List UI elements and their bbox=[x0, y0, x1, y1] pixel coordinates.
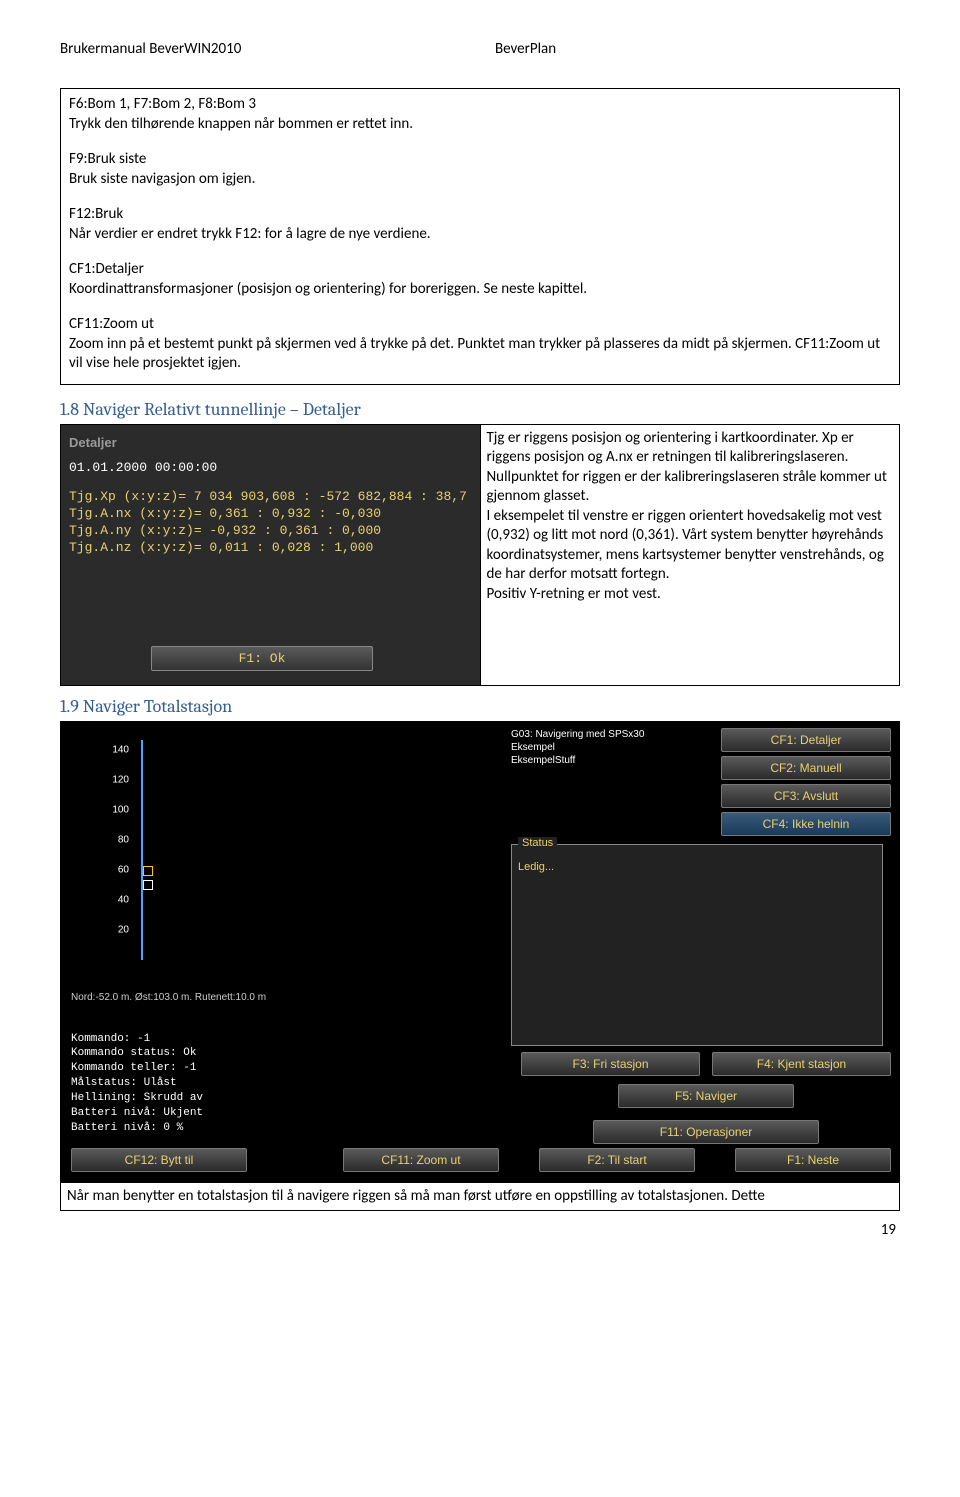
detaljer-nz: Tjg.A.nz (x:y:z)= 0,011 : 0,028 : 1,000 bbox=[69, 540, 472, 555]
f3-fri-stasjon-button[interactable]: F3: Fri stasjon bbox=[521, 1052, 700, 1076]
tick-label: 80 bbox=[107, 834, 129, 845]
detaljer-panel: Detaljer 01.01.2000 00:00:00 Tjg.Xp (x:y… bbox=[61, 425, 480, 685]
tick-label: 60 bbox=[107, 864, 129, 875]
para: CF11:Zoom ut bbox=[69, 315, 891, 335]
f1-neste-button[interactable]: F1: Neste bbox=[735, 1148, 891, 1172]
page-header: Brukermanual BeverWIN2010 BeverPlan bbox=[60, 40, 900, 58]
cf2-manuell-button[interactable]: CF2: Manuell bbox=[721, 756, 891, 780]
table-1-9: 140 120 100 80 60 40 20 Nord:-52.0 m. Øs… bbox=[60, 721, 900, 1212]
tick-label: 20 bbox=[107, 924, 129, 935]
f4-kjent-stasjon-button[interactable]: F4: Kjent stasjon bbox=[712, 1052, 891, 1076]
info-line: Hellining: Skrudd av bbox=[71, 1091, 511, 1106]
detaljer-ny: Tjg.A.ny (x:y:z)= -0,932 : 0,361 : 0,000 bbox=[69, 523, 472, 538]
section-1-9-footer: Når man benytter en totalstasjon til å n… bbox=[67, 1187, 893, 1207]
info-line: EksempelStuff bbox=[511, 754, 644, 767]
page-number: 19 bbox=[60, 1221, 900, 1239]
para: Bruk siste navigasjon om igjen. bbox=[69, 170, 891, 190]
section-1-8-explanation: Tjg er riggens posisjon og orientering i… bbox=[481, 425, 900, 609]
page-root: Brukermanual BeverWIN2010 BeverPlan F6:B… bbox=[0, 0, 960, 1259]
tick-label: 140 bbox=[107, 744, 129, 755]
marker-icon bbox=[143, 866, 153, 876]
button-row-stations: F3: Fri stasjon F4: Kjent stasjon bbox=[521, 1052, 891, 1076]
cf1-detaljer-button[interactable]: CF1: Detaljer bbox=[721, 728, 891, 752]
section-heading-1-8: 1.8 Naviger Relativt tunnellinje – Detal… bbox=[60, 399, 900, 420]
para: F9:Bruk siste bbox=[69, 150, 891, 170]
para: Trykk den tilhørende knappen når bommen … bbox=[69, 115, 891, 135]
info-line: G03: Navigering med SPSx30 bbox=[511, 728, 644, 741]
cf11-zoom-ut-button[interactable]: CF11: Zoom ut bbox=[343, 1148, 499, 1172]
para: F12:Bruk bbox=[69, 205, 891, 225]
para: F6:Bom 1, F7:Bom 2, F8:Bom 3 bbox=[69, 95, 891, 115]
info-line: Kommando: -1 bbox=[71, 1032, 511, 1047]
header-center: BeverPlan bbox=[465, 40, 900, 58]
para: Koordinattransformasjoner (posisjon og o… bbox=[69, 280, 891, 300]
totalstation-screenshot: 140 120 100 80 60 40 20 Nord:-52.0 m. Øs… bbox=[61, 722, 899, 1182]
status-text: Ledig... bbox=[512, 845, 882, 889]
f1-ok-button[interactable]: F1: Ok bbox=[151, 646, 373, 671]
para: CF1:Detaljer bbox=[69, 260, 891, 280]
detaljer-title: Detaljer bbox=[69, 435, 472, 450]
info-line: Målstatus: Ulåst bbox=[71, 1076, 511, 1091]
info-line: Batteri nivå: 0 % bbox=[71, 1121, 511, 1136]
top-info: G03: Navigering med SPSx30 Eksempel Ekse… bbox=[511, 728, 644, 767]
tick-label: 120 bbox=[107, 774, 129, 785]
tick-label: 100 bbox=[107, 804, 129, 815]
marker-icon bbox=[143, 880, 153, 890]
tick-label: 40 bbox=[107, 894, 129, 905]
header-left: Brukermanual BeverWIN2010 bbox=[60, 40, 465, 58]
info-line: Kommando teller: -1 bbox=[71, 1061, 511, 1076]
button-row-naviger: F5: Naviger bbox=[521, 1084, 891, 1108]
f5-naviger-button[interactable]: F5: Naviger bbox=[618, 1084, 794, 1108]
info-line: Eksempel bbox=[511, 741, 644, 754]
para: Zoom inn på et bestemt punkt på skjermen… bbox=[69, 335, 891, 374]
button-row-operasjoner: F11: Operasjoner bbox=[521, 1120, 891, 1144]
cf4-ikke-helning-button[interactable]: CF4: Ikke helnin bbox=[721, 812, 891, 836]
section-heading-1-9: 1.9 Naviger Totalstasjon bbox=[60, 696, 900, 717]
command-info: Kommando: -1 Kommando status: Ok Kommand… bbox=[71, 1032, 511, 1136]
info-line: Kommando status: Ok bbox=[71, 1046, 511, 1061]
f11-operasjoner-button[interactable]: F11: Operasjoner bbox=[593, 1120, 819, 1144]
chart-area: 140 120 100 80 60 40 20 bbox=[71, 730, 501, 1010]
f2-til-start-button[interactable]: F2: Til start bbox=[539, 1148, 695, 1172]
detaljer-xp: Tjg.Xp (x:y:z)= 7 034 903,608 : -572 682… bbox=[69, 489, 472, 504]
info-line: Batteri nivå: Ukjent bbox=[71, 1106, 511, 1121]
status-label: Status bbox=[518, 837, 557, 849]
bottom-button-row: CF12: Bytt til CF11: Zoom ut F2: Til sta… bbox=[71, 1148, 891, 1172]
coord-readout: Nord:-52.0 m. Øst:103.0 m. Rutenett:10.0… bbox=[71, 992, 266, 1003]
detaljer-nx: Tjg.A.nx (x:y:z)= 0,361 : 0,932 : -0,030 bbox=[69, 506, 472, 521]
cf3-avslutt-button[interactable]: CF3: Avslutt bbox=[721, 784, 891, 808]
status-box: Status Ledig... bbox=[511, 844, 883, 1046]
cf12-bytt-til-button[interactable]: CF12: Bytt til bbox=[71, 1148, 247, 1172]
para: Når verdier er endret trykk F12: for å l… bbox=[69, 225, 891, 245]
vertical-axis-line bbox=[141, 740, 143, 960]
detaljer-time: 01.01.2000 00:00:00 bbox=[69, 460, 472, 475]
table-1-8: Detaljer 01.01.2000 00:00:00 Tjg.Xp (x:y… bbox=[60, 424, 900, 686]
content-box-top: F6:Bom 1, F7:Bom 2, F8:Bom 3 Trykk den t… bbox=[60, 88, 900, 385]
